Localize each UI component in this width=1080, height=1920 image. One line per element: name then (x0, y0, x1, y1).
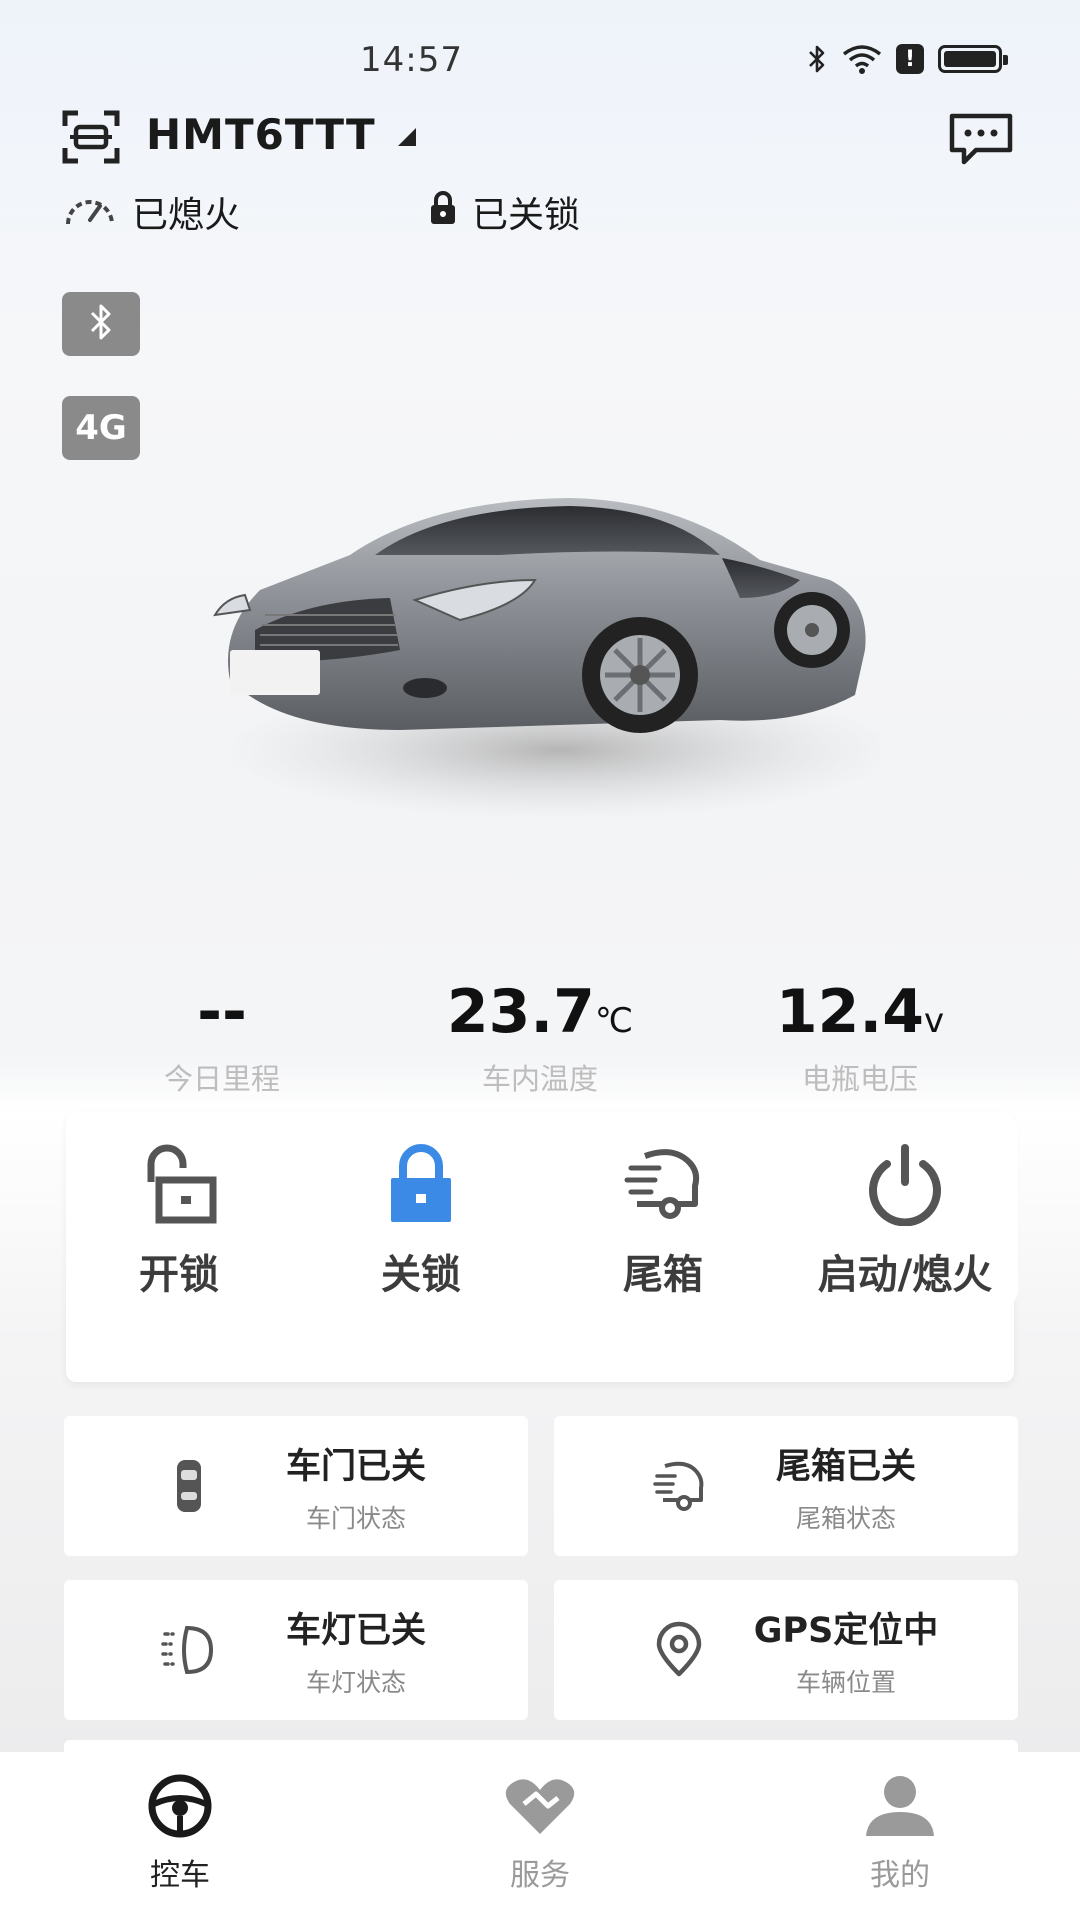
stat-voltage-value: 12.4 (775, 977, 924, 1047)
trunk-icon (624, 1456, 734, 1516)
light-status-title: 车灯已关 (285, 1610, 426, 1651)
vehicle-plate[interactable]: HMT6TTT (146, 110, 376, 159)
gps-status-title: GPS定位中 (753, 1610, 939, 1651)
stat-mileage-label: 今日里程 (163, 1062, 280, 1096)
trunk-status-card[interactable]: 尾箱已关 尾箱状态 (554, 1416, 1018, 1556)
stat-temperature: 23.7℃ 车内温度 (380, 982, 700, 1098)
network-4g-label: 4G (75, 408, 127, 448)
nav-profile-label: 我的 (870, 1858, 930, 1893)
trunk-icon (624, 1149, 700, 1219)
vehicle-status-row: 已熄火 已关锁 (62, 186, 580, 238)
bottom-nav: 控车 服务 我的 (0, 1752, 1080, 1920)
battery-icon (938, 45, 1008, 73)
engine-status-label: 已熄火 (132, 195, 241, 236)
bluetooth-connect-button[interactable] (62, 292, 140, 356)
trunk-button[interactable]: 尾箱 (550, 1112, 776, 1308)
stat-temperature-unit: ℃ (594, 1001, 634, 1041)
nav-profile[interactable]: 我的 (720, 1752, 1080, 1920)
scan-icon[interactable] (62, 110, 120, 164)
stat-mileage-value: -- (197, 977, 247, 1047)
status-time: 14:57 (360, 40, 463, 80)
headlight-icon (134, 1620, 244, 1680)
bluetooth-status-icon (806, 44, 828, 74)
user-icon (866, 1776, 934, 1836)
light-status-card[interactable]: 车灯已关 车灯状态 (64, 1580, 528, 1720)
unlock-icon (147, 1144, 217, 1224)
speedometer-icon (62, 188, 118, 237)
start-stop-label: 启动/熄火 (817, 1252, 993, 1298)
engine-status: 已熄火 (62, 186, 240, 238)
lock-status: 已关锁 (428, 186, 580, 238)
location-pin-icon (624, 1620, 734, 1680)
handshake-heart-icon (505, 1779, 575, 1834)
status-icons: ! (806, 44, 1008, 74)
lock-button[interactable]: 关锁 (308, 1112, 534, 1308)
start-stop-button[interactable]: 启动/熄火 (792, 1112, 1018, 1308)
message-icon[interactable] (948, 112, 1014, 166)
car-image (200, 480, 900, 820)
nav-service[interactable]: 服务 (360, 1752, 720, 1920)
gps-status-card[interactable]: GPS定位中 车辆位置 (554, 1580, 1018, 1720)
lock-closed-icon (428, 190, 458, 235)
lock-icon (391, 1144, 451, 1222)
wifi-icon (842, 44, 882, 74)
trunk-status-sub: 尾箱状态 (795, 1503, 896, 1533)
steering-wheel-icon (148, 1774, 212, 1838)
control-panel: 开锁 关锁 尾箱 启动/熄火 (66, 1112, 1018, 1382)
network-4g-button[interactable]: 4G (62, 396, 140, 460)
car-door-icon (134, 1456, 244, 1516)
nav-service-label: 服务 (510, 1858, 570, 1893)
light-status-sub: 车灯状态 (305, 1667, 406, 1697)
stat-voltage: 12.4v 电瓶电压 (700, 982, 1020, 1098)
chevron-down-icon[interactable] (398, 128, 416, 146)
unlock-label: 开锁 (139, 1252, 219, 1298)
stat-voltage-label: 电瓶电压 (801, 1062, 918, 1096)
gps-status-sub: 车辆位置 (795, 1667, 896, 1697)
door-status-title: 车门已关 (285, 1446, 426, 1487)
bluetooth-icon (86, 302, 116, 346)
trunk-label: 尾箱 (623, 1252, 703, 1298)
stat-temperature-label: 车内温度 (481, 1062, 598, 1096)
door-status-card[interactable]: 车门已关 车门状态 (64, 1416, 528, 1556)
door-status-sub: 车门状态 (305, 1503, 406, 1533)
next-card-peek (64, 1740, 1018, 1752)
lock-status-label: 已关锁 (472, 195, 581, 236)
lock-label: 关锁 (381, 1252, 461, 1298)
nav-control[interactable]: 控车 (0, 1752, 360, 1920)
stat-voltage-unit: v (923, 1001, 945, 1041)
alert-icon: ! (896, 44, 924, 74)
power-icon (869, 1144, 941, 1226)
stat-temperature-value: 23.7 (446, 977, 595, 1047)
nav-control-label: 控车 (150, 1858, 210, 1893)
stat-mileage: -- 今日里程 (62, 982, 382, 1098)
unlock-button[interactable]: 开锁 (66, 1112, 292, 1308)
trunk-status-title: 尾箱已关 (775, 1446, 916, 1487)
